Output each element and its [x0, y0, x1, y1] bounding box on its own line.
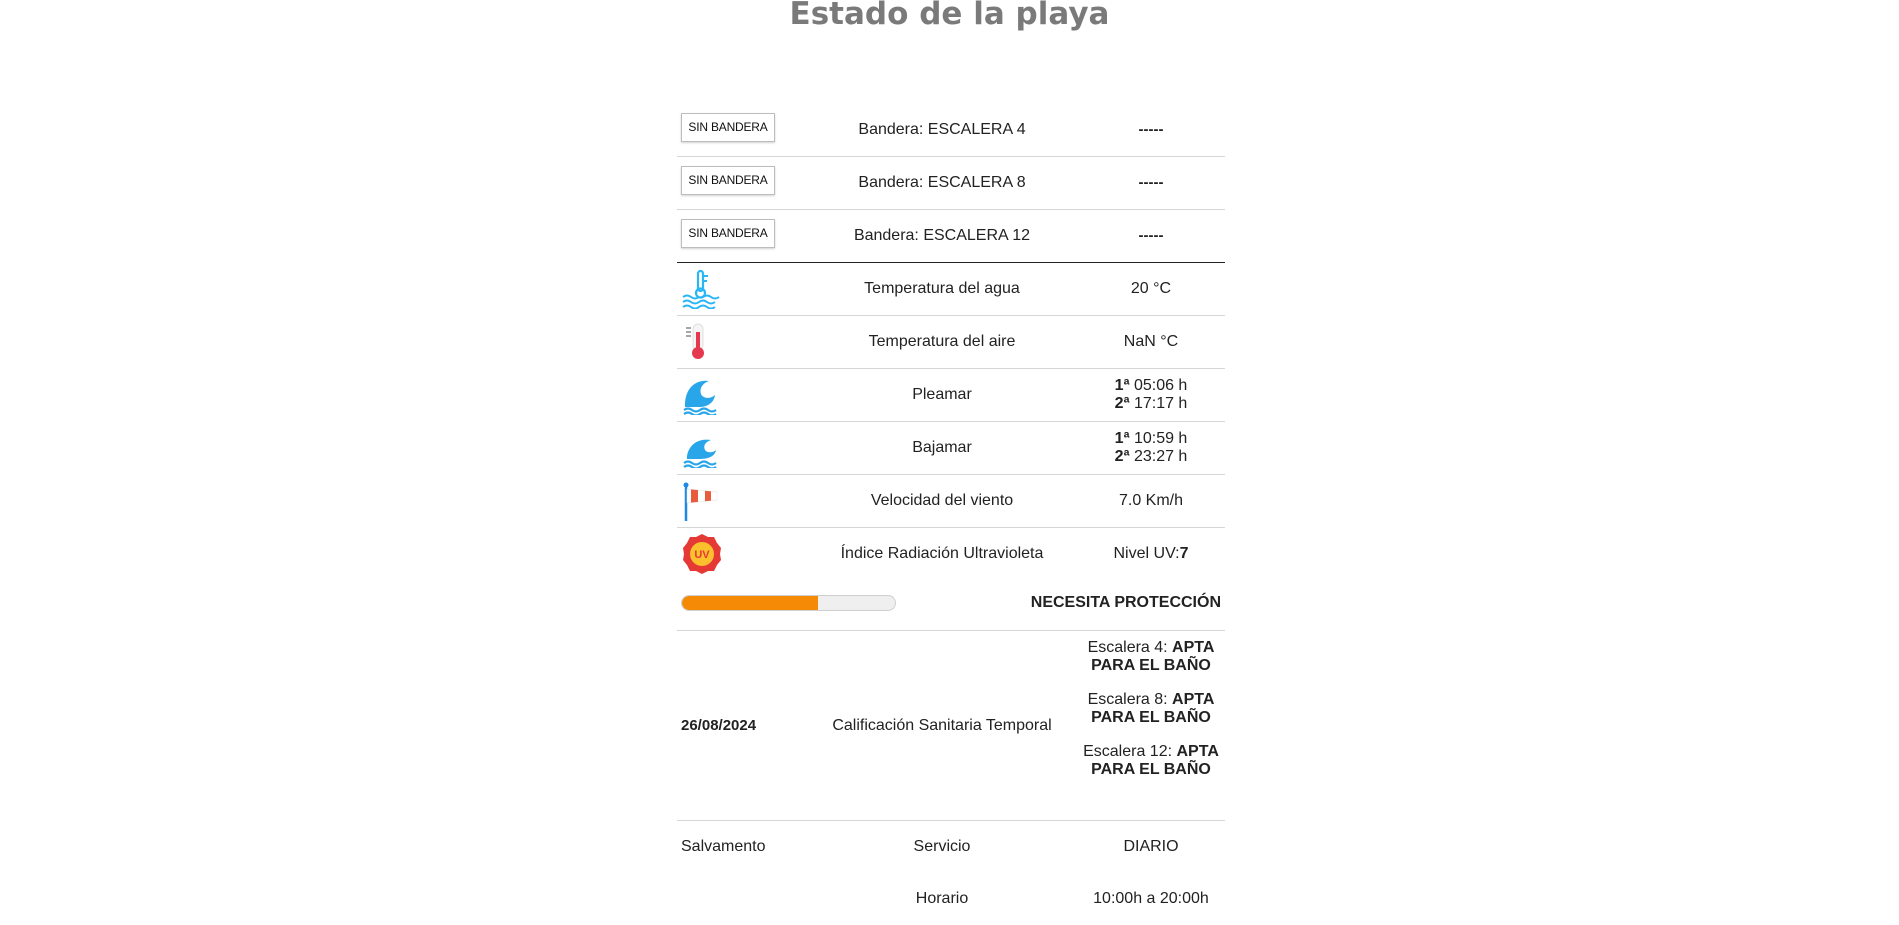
uv-row: UV Índice Radiación Ultravioleta Nivel U…	[677, 528, 1225, 580]
beach-status-table: SIN BANDERA Bandera: ESCALERA 4 ----- SI…	[677, 104, 1225, 925]
hours-value: 10:00h a 20:00h	[1093, 890, 1209, 907]
flag-row-escalera-8: SIN BANDERA Bandera: ESCALERA 8 -----	[677, 157, 1225, 210]
flag-label: Bandera: ESCALERA 8	[858, 174, 1026, 191]
no-flag-badge: SIN BANDERA	[681, 218, 775, 248]
uv-value: Nivel UV: 7	[1113, 545, 1189, 562]
service-label: Servicio	[913, 838, 971, 855]
wind-value: 7.0 Km/h	[1118, 492, 1184, 509]
wind-label: Velocidad del viento	[870, 492, 1014, 509]
air-temp-row: Temperatura del aire NaN °C	[677, 316, 1225, 369]
salvamento-label: Salvamento	[681, 838, 766, 855]
calificacion-item: Escalera 8: APTA PARA EL BAÑO	[1087, 691, 1215, 726]
calificacion-label: Calificación Sanitaria Temporal	[832, 716, 1052, 734]
air-temp-value: NaN °C	[1123, 333, 1179, 350]
water-thermometer-icon	[682, 269, 720, 309]
flag-label: Bandera: ESCALERA 12	[853, 227, 1031, 244]
wind-row: Velocidad del viento 7.0 Km/h	[677, 475, 1225, 528]
calificacion-row: 26/08/2024 Calificación Sanitaria Tempor…	[677, 631, 1225, 821]
air-temp-label: Temperatura del aire	[868, 333, 1016, 350]
low-wave-icon	[683, 439, 717, 468]
flag-value: -----	[1138, 121, 1164, 138]
flag-row-escalera-12: SIN BANDERA Bandera: ESCALERA 12 -----	[677, 210, 1225, 263]
low-tide-label: Bajamar	[912, 439, 972, 456]
salvamento-service-row: Salvamento Servicio DIARIO	[677, 821, 1225, 873]
service-value: DIARIO	[1123, 838, 1179, 855]
uv-protection-row: NECESITA PROTECCIÓN	[677, 580, 1225, 631]
high-tide-row: Pleamar 1ª 05:06 h 2ª 17:17 h	[677, 369, 1225, 422]
windsock-icon	[683, 482, 718, 521]
low-tide-row: Bajamar 1ª 10:59 h 2ª 23:27 h	[677, 422, 1225, 475]
water-temp-value: 20 °C	[1130, 280, 1172, 297]
svg-text:UV: UV	[694, 549, 710, 561]
wave-icon	[683, 380, 717, 415]
calificacion-date: 26/08/2024	[681, 717, 757, 734]
water-temp-row: Temperatura del agua 20 °C	[677, 263, 1225, 316]
flag-value: -----	[1138, 227, 1164, 244]
uv-status: NECESITA PROTECCIÓN	[1030, 594, 1221, 611]
uv-label: Índice Radiación Ultravioleta	[840, 545, 1044, 562]
calificacion-item: Escalera 4: APTA PARA EL BAÑO	[1087, 639, 1215, 674]
water-temp-label: Temperatura del agua	[864, 280, 1020, 297]
flag-label: Bandera: ESCALERA 4	[858, 121, 1026, 138]
high-tide-second: 2ª 17:17 h	[1114, 395, 1188, 412]
high-tide-label: Pleamar	[912, 386, 972, 403]
flag-value: -----	[1138, 174, 1164, 191]
uv-progress-bar	[681, 595, 896, 611]
no-flag-badge: SIN BANDERA	[681, 165, 775, 195]
flag-row-escalera-4: SIN BANDERA Bandera: ESCALERA 4 -----	[677, 104, 1225, 157]
no-flag-badge: SIN BANDERA	[681, 112, 775, 142]
high-tide-first: 1ª 05:06 h	[1114, 377, 1188, 394]
uv-progress-fill	[682, 596, 819, 610]
low-tide-second: 2ª 23:27 h	[1114, 448, 1188, 465]
page-title: Estado de la playa	[789, 0, 1110, 32]
calificacion-list: Escalera 4: APTA PARA EL BAÑO Escalera 8…	[1077, 639, 1225, 795]
calificacion-item: Escalera 12: APTA PARA EL BAÑO	[1083, 743, 1219, 778]
salvamento-hours-row: Horario 10:00h a 20:00h	[677, 873, 1225, 925]
hours-label: Horario	[915, 890, 969, 907]
low-tide-first: 1ª 10:59 h	[1114, 430, 1188, 447]
uv-icon: UV	[683, 534, 721, 574]
thermometer-icon	[686, 323, 704, 359]
